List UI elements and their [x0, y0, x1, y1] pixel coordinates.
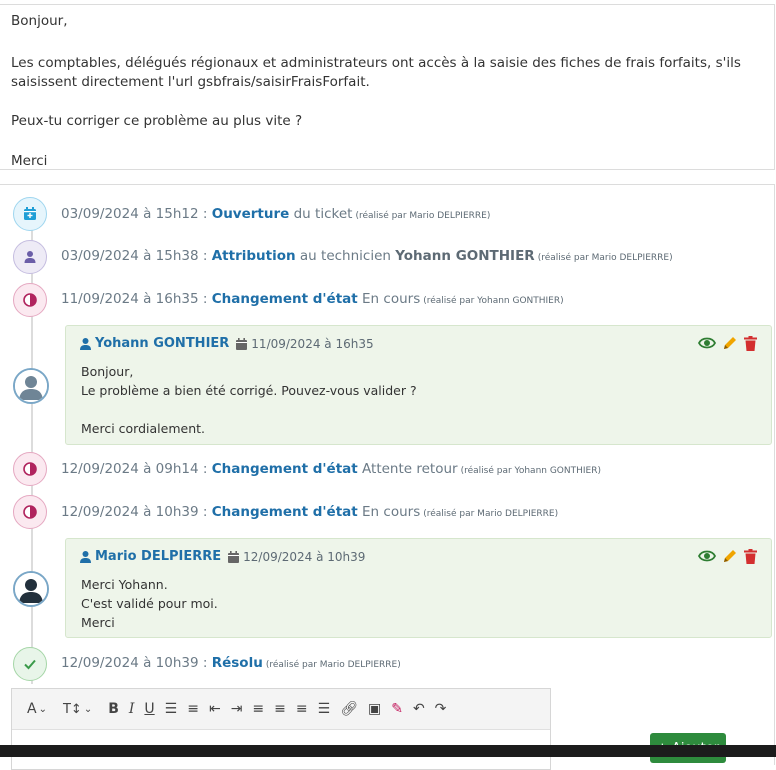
- editor-toolbar: A ⌄ T↕ ⌄ B I U ☰ ≡ ⇤ ⇥ ≡ ≡ ≡ ☰ 🔗︎ ▣ ✎ ↶ ↷: [12, 689, 550, 730]
- user-icon: [13, 240, 47, 274]
- numbered-list-icon[interactable]: ≡: [182, 695, 204, 723]
- comment-card: Mario DELPIERRE 12/09/2024 à 10h39 Merci…: [65, 538, 772, 638]
- align-left-icon[interactable]: ≡: [247, 695, 269, 723]
- timeline-event-assignment: 03/09/2024 à 15h38 : Attribution au tech…: [61, 248, 673, 264]
- message-line: saisissent directement l'url gsbfrais/sa…: [11, 74, 370, 90]
- view-icon[interactable]: [698, 336, 716, 350]
- comment-header: Yohann GONTHIER 11/09/2024 à 16h35: [80, 336, 374, 351]
- comment-author: Mario DELPIERRE: [95, 549, 222, 564]
- comment-card: Yohann GONTHIER 11/09/2024 à 16h35 Bonjo…: [65, 325, 772, 445]
- font-size-button[interactable]: T↕ ⌄: [58, 695, 97, 723]
- italic-button[interactable]: I: [124, 695, 140, 723]
- outdent-icon[interactable]: ⇤: [204, 695, 226, 723]
- link-icon[interactable]: 🔗︎: [335, 695, 363, 723]
- highlighter-icon[interactable]: ✎: [386, 695, 408, 723]
- redo-icon[interactable]: ↷: [430, 695, 452, 723]
- comment-actions: [698, 335, 757, 351]
- check-icon: [13, 647, 47, 681]
- view-icon[interactable]: [698, 549, 716, 563]
- calendar-plus-icon: [13, 197, 47, 231]
- comment-actions: [698, 548, 757, 564]
- align-center-icon[interactable]: ≡: [269, 695, 291, 723]
- image-icon[interactable]: ▣: [363, 695, 386, 723]
- pencil-icon[interactable]: [722, 335, 738, 351]
- message-line: Merci: [11, 153, 48, 169]
- user-icon: [80, 550, 91, 563]
- font-color-button[interactable]: A ⌄: [22, 695, 52, 723]
- align-justify-icon[interactable]: ☰: [313, 695, 336, 723]
- trash-icon[interactable]: [744, 335, 757, 351]
- timeline-event-opening: 03/09/2024 à 15h12 : Ouverture du ticket…: [61, 206, 491, 222]
- comment-body: Merci Yohann. C'est validé pour moi. Mer…: [81, 577, 218, 630]
- ticket-message: Bonjour, Les comptables, délégués région…: [0, 4, 775, 170]
- message-line: Les comptables, délégués régionaux et ad…: [11, 55, 741, 71]
- timeline-event-status-change: 12/09/2024 à 10h39 : Changement d'état E…: [61, 504, 559, 520]
- comment-date: 12/09/2024 à 10h39: [243, 549, 366, 564]
- taskbar: [0, 745, 776, 757]
- underline-button[interactable]: U: [139, 695, 159, 723]
- timeline-event-status-change: 12/09/2024 à 09h14 : Changement d'état A…: [61, 461, 601, 477]
- comment-editor: A ⌄ T↕ ⌄ B I U ☰ ≡ ⇤ ⇥ ≡ ≡ ≡ ☰ 🔗︎ ▣ ✎ ↶ ↷: [11, 688, 551, 770]
- align-right-icon[interactable]: ≡: [291, 695, 313, 723]
- pencil-icon[interactable]: [722, 548, 738, 564]
- calendar-icon: [228, 550, 240, 563]
- bold-button[interactable]: B: [103, 695, 124, 723]
- bullet-list-icon[interactable]: ☰: [160, 695, 183, 723]
- half-circle-icon: [13, 283, 47, 317]
- timeline-event-resolved: 12/09/2024 à 10h39 : Résolu (réalisé par …: [61, 655, 401, 671]
- message-line: Bonjour,: [11, 13, 68, 29]
- avatar: [13, 571, 49, 607]
- half-circle-icon: [13, 495, 47, 529]
- comment-header: Mario DELPIERRE 12/09/2024 à 10h39: [80, 549, 365, 564]
- indent-icon[interactable]: ⇥: [226, 695, 248, 723]
- calendar-icon: [236, 337, 248, 350]
- comment-author: Yohann GONTHIER: [95, 336, 230, 351]
- comment-date: 11/09/2024 à 16h35: [251, 336, 374, 351]
- half-circle-icon: [13, 452, 47, 486]
- user-icon: [80, 337, 91, 350]
- comment-body: Bonjour, Le problème a bien été corrigé.…: [81, 364, 417, 436]
- trash-icon[interactable]: [744, 548, 757, 564]
- undo-icon[interactable]: ↶: [408, 695, 430, 723]
- timeline-event-status-change: 11/09/2024 à 16h35 : Changement d'état E…: [61, 291, 564, 307]
- message-line: Peux-tu corriger ce problème au plus vit…: [11, 113, 303, 129]
- avatar: [13, 368, 49, 404]
